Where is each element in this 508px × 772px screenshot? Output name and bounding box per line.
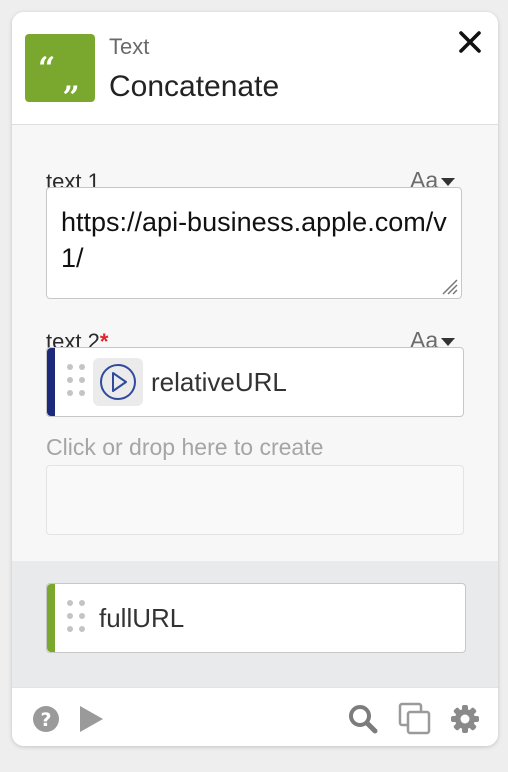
card-subtitle: Text [109, 34, 150, 59]
text1-input[interactable]: https://api-business.apple.com/v1/ [46, 187, 462, 299]
drag-handle-icon[interactable] [67, 364, 87, 398]
create-placeholder-label: Click or drop here to create [46, 434, 324, 460]
text2-token-label: relativeURL [151, 367, 287, 397]
settings-gear-icon[interactable] [450, 704, 480, 739]
resize-handle-icon[interactable] [440, 277, 458, 295]
caret-down-icon [441, 337, 456, 346]
close-icon[interactable] [456, 28, 484, 56]
text2-variable-token[interactable]: relativeURL [46, 347, 464, 417]
quote-marks-icon: “ „ [25, 34, 95, 102]
play-icon[interactable] [78, 705, 104, 738]
help-icon[interactable]: ? [32, 705, 60, 738]
play-circle-icon [93, 358, 143, 406]
svg-text:„: „ [63, 63, 80, 98]
card-footer-toolbar: ? [12, 687, 498, 746]
token-color-stripe [47, 348, 55, 416]
svg-text:“: “ [38, 51, 55, 86]
duplicate-icon[interactable] [398, 702, 432, 741]
create-drop-zone[interactable] [46, 465, 464, 535]
output-variable-token[interactable]: fullURL [46, 583, 466, 653]
search-icon[interactable] [348, 704, 378, 739]
card-header: “ „ Text Concatenate [12, 12, 498, 125]
svg-text:?: ? [40, 709, 51, 731]
token-color-stripe [47, 584, 55, 652]
output-token-label: fullURL [99, 603, 185, 633]
action-card: “ „ Text Concatenate text 1 Aa text 2* A… [12, 12, 498, 746]
drag-handle-icon[interactable] [67, 600, 87, 634]
caret-down-icon [441, 177, 456, 186]
card-title: Concatenate [109, 70, 280, 103]
